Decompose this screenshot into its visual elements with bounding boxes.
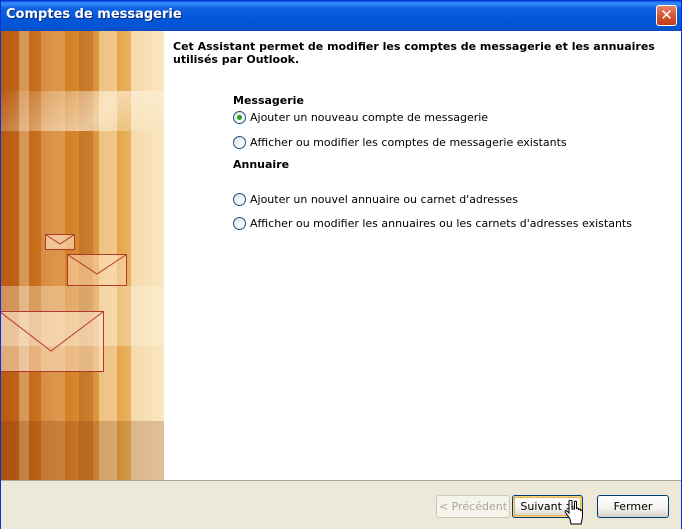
hand-cursor-icon xyxy=(564,500,583,525)
messagerie-heading: Messagerie xyxy=(233,94,304,107)
radio-add-email-account[interactable]: Ajouter un nouveau compte de messagerie xyxy=(233,109,488,125)
radio-view-email-accounts[interactable]: Afficher ou modifier les comptes de mess… xyxy=(233,134,567,150)
window-title: Comptes de messagerie xyxy=(6,7,182,22)
option-label: Afficher ou modifier les annuaires ou le… xyxy=(250,216,632,230)
close-dialog-button[interactable]: Fermer xyxy=(597,495,669,518)
small-envelope-icon xyxy=(45,234,75,250)
annuaire-heading: Annuaire xyxy=(233,158,290,171)
wizard-side-illustration xyxy=(1,31,164,480)
title-bar[interactable]: Comptes de messagerie ✕ xyxy=(1,1,681,31)
option-label: Ajouter un nouveau compte de messagerie xyxy=(250,110,489,124)
previous-button[interactable]: < Précédent xyxy=(436,495,510,518)
close-button[interactable]: ✕ xyxy=(656,5,677,26)
radio-view-directories[interactable]: Afficher ou modifier les annuaires ou le… xyxy=(233,215,632,231)
radio-button-checked[interactable] xyxy=(233,110,246,124)
option-label: Ajouter un nouvel annuaire ou carnet d'a… xyxy=(250,192,518,206)
large-envelope-icon xyxy=(1,311,104,372)
close-icon: ✕ xyxy=(660,6,673,24)
medium-envelope-icon xyxy=(67,254,127,286)
wizard-content: Cet Assistant permet de modifier les com… xyxy=(164,31,681,480)
intro-text: Cet Assistant permet de modifier les com… xyxy=(173,40,655,66)
radio-button[interactable] xyxy=(233,135,246,149)
radio-add-directory[interactable]: Ajouter un nouvel annuaire ou carnet d'a… xyxy=(233,191,518,207)
radio-button[interactable] xyxy=(233,192,246,206)
dialog-window: Comptes de messagerie ✕ Cet Assistant pe… xyxy=(0,0,682,529)
option-label: Afficher ou modifier les comptes de mess… xyxy=(250,135,567,149)
radio-button[interactable] xyxy=(233,216,246,230)
